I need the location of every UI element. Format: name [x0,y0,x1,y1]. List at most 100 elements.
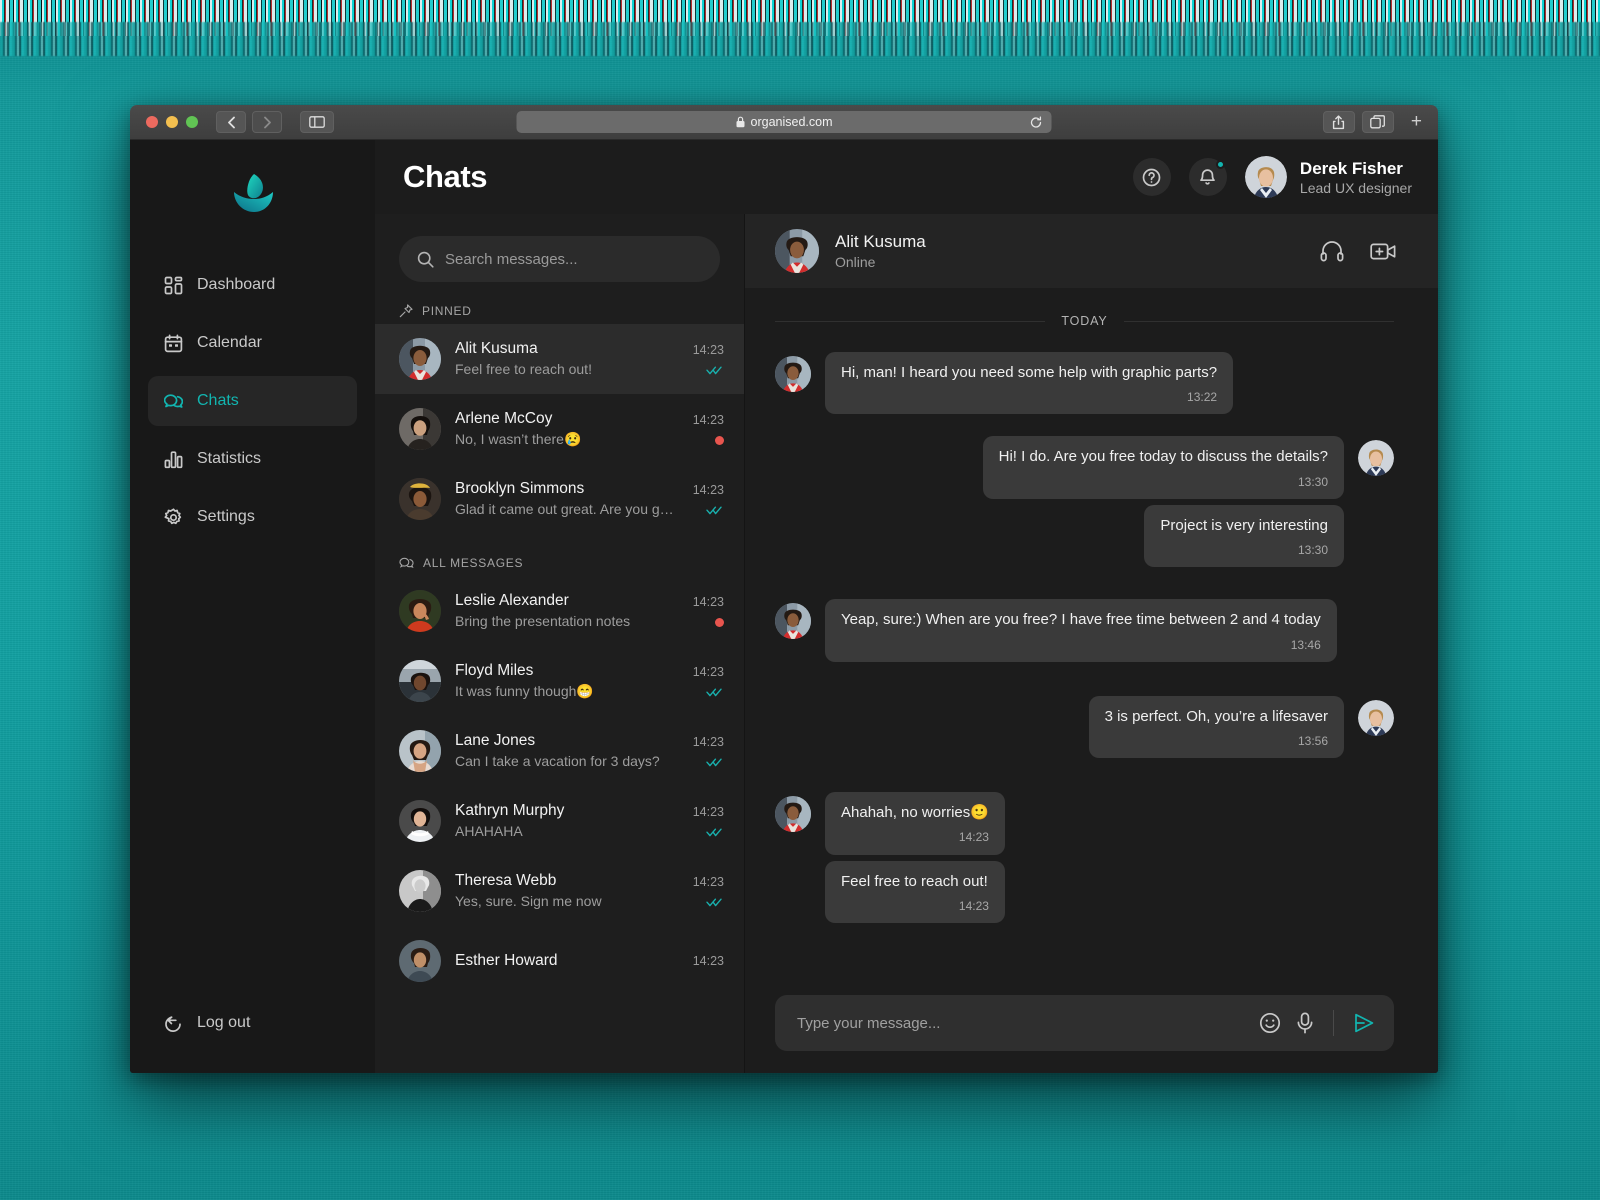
avatar [1358,440,1394,477]
microphone-icon[interactable] [1295,1012,1315,1034]
chat-item-meta: 14:23 [693,875,724,907]
avatar [775,796,811,833]
message-group-outgoing: 3 is perfect. Oh, you’re a lifesaver 13:… [775,695,1394,759]
send-icon[interactable] [1352,1011,1376,1035]
message-composer[interactable]: Type your message... [775,995,1394,1051]
app-logo[interactable] [148,140,357,250]
user-name: Derek Fisher [1299,158,1403,178]
browser-titlebar: organised.com + [130,105,1438,140]
avatar [399,800,441,842]
chat-item-text: Lane Jones Can I take a vacation for 3 d… [455,731,679,772]
chat-list-item[interactable]: Lane Jones Can I take a vacation for 3 d… [375,716,744,786]
conversation-actions [1320,240,1396,262]
sidebar-toggle-button[interactable] [300,111,334,133]
help-icon [1142,168,1161,187]
message-group-incoming: Hi, man! I heard you need some help with… [775,352,1394,415]
sidebar-item-calendar[interactable]: Calendar [148,318,357,368]
message-bubble: 3 is perfect. Oh, you’re a lifesaver 13:… [1088,695,1344,759]
chat-item-preview: Feel free to reach out! [455,360,592,377]
left-sidebar: Dashboard Calendar Chats Statistics Sett… [130,140,375,1073]
message-text: Feel free to reach out! [841,872,988,890]
chat-item-meta: 14:23 [693,343,724,375]
message-input[interactable]: Type your message... [797,1015,1245,1032]
message-group-outgoing: Hi! I do. Are you free today to discuss … [775,436,1394,568]
chat-list-item[interactable]: Floyd Miles It was funny though😁 14:23 [375,646,744,716]
forward-button[interactable] [252,111,282,133]
message-bubble: Hi, man! I heard you need some help with… [825,352,1234,415]
message-bubble: Ahahah, no worries🙂 14:23 [825,792,1005,855]
read-receipt-icon [706,506,724,515]
chat-item-name: Alit Kusuma [455,339,538,357]
message-text: Ahahah, no worries🙂 [841,804,989,822]
page-header: Chats Derek Fisher Lead UX designer [375,140,1438,214]
chat-item-preview: Glad it came out great. Are you gonna d.… [455,500,679,517]
chat-item-text: Theresa Webb Yes, sure. Sign me now [455,871,679,912]
notifications-button[interactable] [1188,158,1227,196]
header-actions: Derek Fisher Lead UX designer [1132,156,1412,198]
chat-item-text: Esther Howard [455,951,679,972]
address-bar[interactable]: organised.com [516,111,1052,133]
avatar [399,478,441,520]
user-profile[interactable]: Derek Fisher Lead UX designer [1244,156,1412,198]
chat-item-name: Brooklyn Simmons [455,479,585,497]
logout-button[interactable]: Log out [148,1001,357,1045]
message-text: Hi, man! I heard you need some help with… [841,364,1218,381]
message-column: Ahahah, no worries🙂 14:23 Feel free to r… [825,792,1005,924]
browser-toolbar-right: + [1322,111,1428,133]
read-receipt-icon [706,758,724,767]
avatar [1244,156,1287,198]
help-button[interactable] [1132,158,1171,196]
chat-list-item[interactable]: Theresa Webb Yes, sure. Sign me now 14:2… [375,856,744,926]
add-video-call-icon[interactable] [1370,241,1396,262]
user-role: Lead UX designer [1299,179,1412,196]
sidebar-item-label: Dashboard [197,276,276,293]
message-thread[interactable]: TODAY Hi, man! I heard you need some hel… [745,288,1438,981]
back-button[interactable] [216,111,246,133]
chat-list-panel: Search messages... PINNED Alit Kusuma Fe… [375,214,745,1073]
search-input[interactable]: Search messages... [399,236,720,282]
emoji-icon[interactable] [1259,1012,1281,1034]
message-column: Hi, man! I heard you need some help with… [825,352,1234,415]
chat-list-item[interactable]: Kathryn Murphy AHAHAHA 14:23 [375,786,744,856]
maximize-window-button[interactable] [186,116,198,128]
sidebar-item-settings[interactable]: Settings [148,492,357,542]
chat-list-item[interactable]: Leslie Alexander Bring the presentation … [375,576,744,646]
message-group-incoming: Yeap, sure:) When are you free? I have f… [775,599,1394,662]
chat-item-meta: 14:23 [693,735,724,767]
minimize-window-button[interactable] [166,116,178,128]
tab-overview-icon[interactable] [1361,111,1394,133]
chat-list-item[interactable]: Brooklyn Simmons Glad it came out great.… [375,464,744,534]
chat-item-preview: No, I wasn’t there😢 [455,430,582,447]
window-controls[interactable] [146,116,198,128]
message-time: 14:23 [958,830,989,845]
close-window-button[interactable] [146,116,158,128]
chat-list-scroll[interactable]: PINNED Alit Kusuma Feel free to reach ou… [375,292,744,1073]
new-tab-button[interactable]: + [1411,111,1422,133]
bell-icon [1198,168,1217,187]
message-time: 14:23 [958,898,989,913]
message-text: Hi! I do. Are you free today to discuss … [998,448,1328,466]
message-column: Yeap, sure:) When are you free? I have f… [825,599,1337,662]
share-icon[interactable] [1322,111,1355,133]
headphones-icon[interactable] [1320,240,1344,262]
message-text: 3 is perfect. Oh, you’re a lifesaver [1104,707,1328,725]
chat-item-text: Brooklyn Simmons Glad it came out great.… [455,479,679,520]
unread-indicator [715,436,724,445]
chat-item-time: 14:23 [692,954,724,968]
sidebar-item-chats[interactable]: Chats [148,376,357,426]
sidebar-nav: Dashboard Calendar Chats Statistics Sett… [148,260,357,542]
chat-item-meta: 14:23 [693,954,724,968]
sidebar-item-dashboard[interactable]: Dashboard [148,260,357,310]
chat-item-meta: 14:23 [693,805,724,837]
chat-item-time: 14:23 [692,483,724,497]
chat-item-name: Theresa Webb [455,871,557,889]
sidebar-item-statistics[interactable]: Statistics [148,434,357,484]
chat-item-text: Kathryn Murphy AHAHAHA [455,801,679,842]
chat-list-item[interactable]: Alit Kusuma Feel free to reach out! 14:2… [375,324,744,394]
read-receipt-icon [706,688,724,697]
avatar [399,870,441,912]
reload-icon[interactable] [1030,115,1043,129]
chat-item-time: 14:23 [692,595,724,609]
chat-list-item[interactable]: Arlene McCoy No, I wasn’t there😢 14:23 [375,394,744,464]
chat-list-item[interactable]: Esther Howard 14:23 [375,926,744,996]
